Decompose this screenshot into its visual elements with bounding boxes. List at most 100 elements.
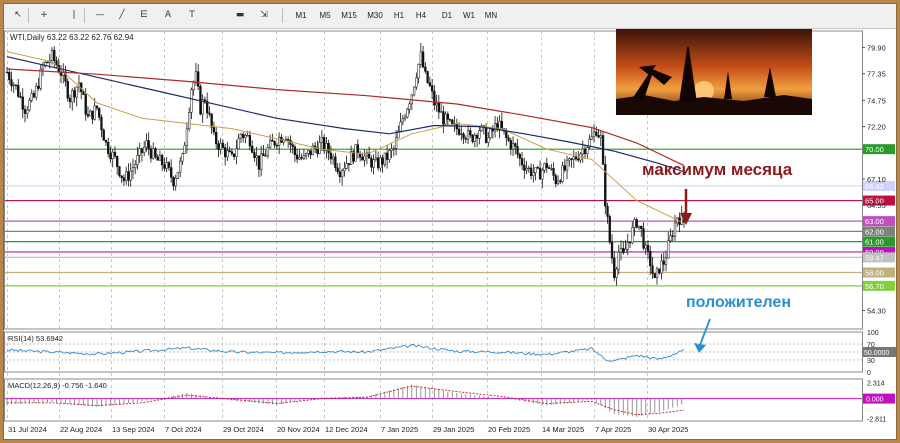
timeframe-h4-button[interactable]: H4 — [412, 7, 430, 24]
y-tick-label: 67.10 — [867, 175, 886, 184]
candle-body — [433, 90, 436, 106]
candle-body — [545, 163, 548, 168]
annotation-month-max: максимум месяца — [642, 160, 793, 179]
fibonacci-tool-icon[interactable]: ⋿ — [136, 7, 152, 24]
vertical-line-tool-icon[interactable]: | — [66, 7, 82, 24]
timeframe-w1-button[interactable]: W1 — [460, 7, 478, 24]
candle-body — [82, 91, 85, 95]
x-axis-label: 20 Feb 2025 — [488, 425, 530, 434]
timeframe-d1-button[interactable]: D1 — [438, 7, 456, 24]
candle-body — [266, 147, 270, 157]
timeframe-m30-button[interactable]: M30 — [364, 7, 386, 24]
candle-body — [165, 162, 168, 169]
candle-body — [446, 113, 449, 120]
candle-body — [642, 228, 645, 249]
timeframe-m1-button[interactable]: M1 — [292, 7, 310, 24]
candle-body — [100, 116, 103, 131]
chart-window: ↖ + | — ╱ ⋿ A T ▬ ⇲ M1 M5 M15 M30 H1 H4 D1 W1 MN 31 Jul 20… — [3, 3, 897, 440]
candle-body — [298, 157, 301, 160]
candle-body — [89, 110, 92, 117]
candle-body — [651, 265, 654, 274]
candle-body — [269, 139, 272, 148]
candle-body — [320, 137, 324, 143]
y-tick-label: 64.55 — [867, 201, 886, 210]
candle-body — [460, 133, 463, 135]
candle-body — [302, 155, 306, 159]
candle-body — [331, 156, 335, 160]
text-label-tool-icon[interactable]: T — [184, 7, 200, 24]
candle-body — [392, 148, 396, 150]
candle-body — [293, 146, 297, 156]
oil-derrick-photo — [616, 29, 812, 115]
candle-body — [93, 105, 96, 120]
candle-body — [23, 109, 27, 114]
candle-body — [462, 133, 465, 139]
price-level-label: 63.00 — [865, 217, 884, 226]
candle-body — [228, 150, 231, 152]
candle-body — [273, 141, 276, 146]
candle-body — [536, 167, 539, 169]
candle-body — [412, 86, 416, 96]
candle-body — [511, 143, 515, 150]
candle-body — [340, 170, 344, 178]
candle-body — [176, 171, 180, 179]
candle-body — [277, 136, 281, 146]
candle-body — [370, 158, 373, 168]
shape-tool-icon[interactable]: ▬ — [232, 7, 248, 24]
candle-body — [527, 167, 530, 170]
candle-body — [188, 112, 191, 130]
candle-body — [653, 273, 656, 278]
cursor-tool-icon[interactable]: ↖ — [10, 7, 26, 24]
candle-body — [394, 137, 398, 149]
candle-body — [426, 71, 429, 83]
candle-body — [484, 126, 488, 143]
price-level-label: 61.00 — [865, 238, 884, 247]
candle-body — [86, 114, 90, 117]
candle-body — [419, 51, 422, 65]
candle-body — [403, 116, 407, 120]
macd-tick-label: -2.811 — [867, 416, 886, 423]
candle-body — [163, 164, 166, 169]
text-tool-icon[interactable]: A — [160, 7, 176, 24]
timeframe-m5-button[interactable]: M5 — [316, 7, 334, 24]
horizontal-line-tool-icon[interactable]: — — [92, 7, 108, 24]
candle-body — [399, 121, 402, 132]
annotation-blue-arrow-head — [694, 343, 706, 353]
candle-body — [5, 71, 9, 74]
candle-body — [73, 90, 76, 98]
candle-body — [246, 135, 249, 137]
candle-body — [475, 134, 479, 139]
candle-body — [520, 158, 524, 166]
x-axis-label: 29 Oct 2024 — [223, 425, 264, 434]
toolbar-separator — [28, 8, 29, 23]
candle-body — [66, 81, 69, 99]
candle-body — [374, 157, 378, 160]
chart-area[interactable]: 31 Jul 2024 22 Aug 2024 13 Sep 2024 7 Oct 2… — [4, 29, 896, 439]
y-tick-label: 77.35 — [867, 70, 886, 79]
candle-body — [329, 152, 333, 160]
candle-body — [529, 167, 533, 176]
candle-body — [68, 97, 72, 103]
trendline-tool-icon[interactable]: ╱ — [114, 7, 130, 24]
candle-body — [599, 135, 602, 138]
candle-body — [120, 175, 123, 178]
timeframe-m15-button[interactable]: M15 — [338, 7, 360, 24]
candle-body — [390, 148, 393, 151]
candle-body — [590, 136, 593, 140]
candle-body — [147, 140, 150, 149]
candle-body — [226, 150, 229, 158]
candle-body — [442, 111, 445, 125]
arrows-tool-icon[interactable]: ⇲ — [256, 7, 272, 24]
candle-body — [71, 90, 74, 103]
candle-body — [534, 167, 537, 173]
ma-fast-line — [6, 51, 685, 224]
candle-body — [552, 168, 555, 176]
timeframe-h1-button[interactable]: H1 — [390, 7, 408, 24]
crosshair-tool-icon[interactable]: + — [36, 7, 52, 24]
timeframe-mn-button[interactable]: MN — [482, 7, 500, 24]
candle-body — [624, 248, 627, 253]
candle-body — [334, 156, 337, 169]
candle-body — [154, 148, 157, 158]
candle-body — [626, 241, 629, 250]
candle-body — [260, 153, 263, 170]
